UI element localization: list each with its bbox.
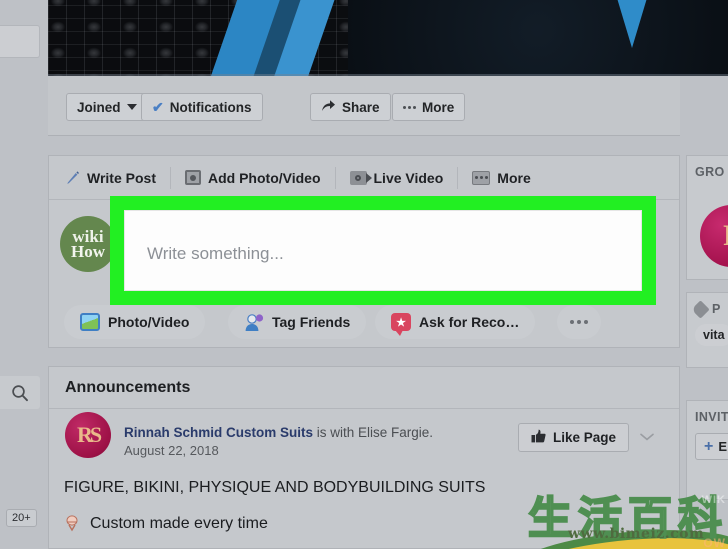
more-button[interactable]: More [392, 93, 466, 121]
ask-for-recommendations-button[interactable]: ★ Ask for Reco… [375, 305, 536, 339]
tab-add-photo-video-label: Add Photo/Video [207, 169, 321, 186]
joined-button[interactable]: Joined [66, 93, 148, 121]
photo-video-button[interactable]: Photo/Video [64, 305, 206, 339]
write-something-placeholder: Write something... [147, 244, 284, 263]
ask-for-recommendations-label: Ask for Reco… [419, 314, 520, 330]
post-title-text: FIGURE, BIKINI, PHYSIQUE AND BODYBUILDIN… [64, 479, 486, 496]
thumbs-up-icon [531, 429, 546, 446]
cover-blue-triangle [611, 0, 653, 48]
tab-add-photo-video[interactable]: Add Photo/Video [171, 166, 336, 189]
live-video-icon [349, 170, 372, 185]
group-action-bar: Joined ✔ Notifications Share More [48, 76, 680, 136]
tag-friends-button[interactable]: Tag Friends [228, 305, 367, 339]
sidebar-tag-row: P [687, 293, 728, 319]
like-page-label: Like Page [553, 430, 617, 445]
tab-write-post[interactable]: Write Post [49, 166, 171, 189]
sidebar-tag-title: P [712, 302, 721, 316]
tag-friends-icon [244, 313, 264, 332]
cover-photo[interactable] [48, 0, 728, 76]
tab-live-video[interactable]: Live Video [336, 166, 459, 189]
photo-video-icon [80, 313, 100, 331]
photo-icon [184, 170, 201, 185]
post-bullet-item: Custom made every time [64, 515, 268, 533]
ellipsis-icon [403, 105, 416, 109]
post-tagged-person[interactable]: Elise Fargie. [358, 425, 433, 440]
invite-button-label: E [718, 439, 728, 454]
invite-button[interactable]: + E [695, 433, 728, 460]
post-author-name[interactable]: Rinnah Schmid Custom Suits [124, 425, 313, 440]
share-button[interactable]: Share [310, 93, 391, 121]
watermark-ghost-text-2: OW [703, 536, 726, 549]
photo-video-label: Photo/Video [108, 314, 190, 330]
like-page-button[interactable]: Like Page [518, 423, 630, 452]
post-meta: Rinnah Schmid Custom Suits is with Elise… [124, 425, 433, 458]
ellipsis-box-icon [472, 170, 491, 185]
share-arrow-icon [321, 99, 336, 115]
search-icon[interactable] [0, 376, 40, 409]
notifications-label: Notifications [169, 99, 252, 115]
tab-live-video-label: Live Video [373, 169, 444, 186]
post-date: August 22, 2018 [124, 443, 219, 458]
tag-icon [691, 299, 710, 319]
tab-write-post-label: Write Post [87, 169, 156, 186]
tab-more-label: More [497, 169, 531, 186]
sidebar-card-tags: P vita [686, 292, 728, 368]
joined-label: Joined [77, 99, 121, 115]
post-author-avatar[interactable]: RS [65, 412, 111, 458]
medal-icon [64, 515, 80, 533]
share-label: Share [342, 99, 380, 115]
post-with-text: is with [313, 425, 359, 440]
avatar-line-2: How [71, 242, 105, 261]
chevron-down-icon [126, 104, 137, 110]
post-bullet-label: Custom made every time [90, 515, 268, 532]
sidebar-invite-title: INVIT [695, 410, 728, 424]
post-options-chevron-icon[interactable] [640, 428, 654, 441]
pencil-icon [65, 170, 80, 185]
sidebar-tag-chip[interactable]: vita [695, 324, 728, 346]
more-label: More [422, 99, 455, 115]
recommendation-icon: ★ [391, 313, 411, 336]
left-rail-chip[interactable] [0, 25, 40, 58]
screenshot-root: 20+ Joined ✔ Notifications Share More Wr… [0, 0, 728, 549]
avatar: wiki How [60, 216, 116, 272]
tab-more[interactable]: More [458, 167, 544, 189]
notifications-button[interactable]: ✔ Notifications [141, 93, 263, 121]
notification-count-badge[interactable]: 20+ [6, 509, 37, 527]
tag-friends-label: Tag Friends [272, 314, 351, 330]
composer-tab-bar: Write Post Add Photo/Video Live Video Mo… [49, 156, 679, 200]
plus-icon: + [704, 437, 714, 455]
write-something-input[interactable]: Write something... [124, 210, 642, 291]
sidebar-card-invite: INVIT + E [686, 400, 728, 500]
highlight-box: Write something... [110, 196, 656, 305]
check-icon: ✔ [152, 98, 164, 115]
sidebar-group-title: GRO [695, 165, 725, 179]
composer-more-options-button[interactable] [557, 305, 601, 339]
left-rail: 20+ [0, 0, 48, 549]
announcements-header: Announcements [49, 367, 679, 409]
